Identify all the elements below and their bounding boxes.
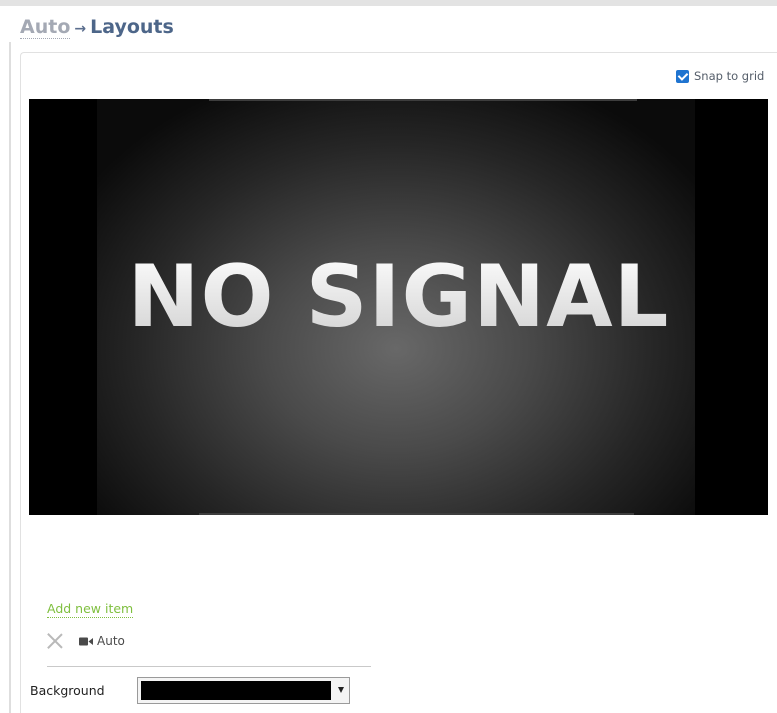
chevron-down-icon: [338, 687, 344, 693]
close-icon[interactable]: [45, 631, 65, 651]
layout-canvas[interactable]: NO SIGNAL: [29, 99, 768, 515]
list-item: Auto: [45, 631, 125, 651]
canvas-bottom-edge: [199, 513, 634, 515]
snap-to-grid-checkbox[interactable]: [676, 69, 689, 83]
item-source[interactable]: Auto: [79, 634, 125, 648]
breadcrumb: Auto → Layouts: [20, 15, 174, 41]
divider: [47, 666, 371, 667]
page-title: Layouts: [90, 16, 174, 38]
video-camera-icon: [79, 637, 93, 645]
background-color-select[interactable]: [137, 677, 350, 704]
breadcrumb-arrow-icon: →: [74, 21, 87, 37]
background-label: Background: [30, 683, 105, 698]
breadcrumb-root-link[interactable]: Auto: [20, 16, 71, 39]
left-border: [9, 42, 11, 713]
add-new-item-link[interactable]: Add new item: [47, 601, 134, 618]
background-color-swatch: [141, 681, 331, 700]
snap-to-grid-label: Snap to grid: [694, 69, 765, 83]
no-signal-message: NO SIGNAL: [29, 247, 768, 347]
canvas-top-edge: [209, 99, 637, 101]
top-bar: [0, 0, 777, 6]
item-source-label: Auto: [97, 634, 125, 648]
snap-to-grid-option[interactable]: Snap to grid: [676, 69, 764, 83]
